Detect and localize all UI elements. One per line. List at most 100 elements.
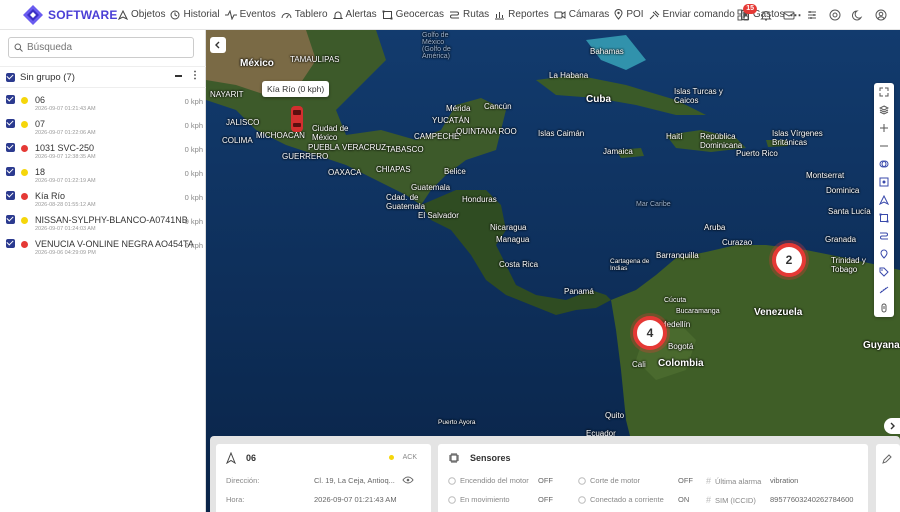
apps-icon[interactable]: 15: [732, 4, 757, 26]
vehicle-row[interactable]: VENUCIA V-ONLINE NEGRA AO454TA 2026-09-06…: [0, 234, 206, 258]
vehicle-checkbox[interactable]: [6, 95, 15, 104]
support-icon[interactable]: [824, 4, 846, 26]
extra-card[interactable]: [876, 444, 900, 512]
measure-icon[interactable]: [874, 281, 894, 299]
vehicle-row[interactable]: 07 2026-09-07 01:22:06 AM 0 kph: [0, 114, 206, 138]
map-label: OAXACA: [328, 168, 362, 177]
user-avatar-icon[interactable]: [870, 4, 892, 26]
map-label: Guatemala: [411, 183, 451, 192]
clock-icon: [578, 476, 586, 485]
status-dot: [21, 97, 28, 104]
expand-right-button[interactable]: [884, 418, 900, 434]
zoom-out-icon[interactable]: [874, 137, 894, 155]
map-cluster[interactable]: 4: [633, 316, 667, 350]
map-label: Colombia: [658, 358, 704, 369]
vehicle-row[interactable]: Kía Río 2026-08-28 01:55:12 AM 0 kph: [0, 186, 206, 210]
sensor-value: OFF: [538, 476, 553, 485]
vehicle-checkbox[interactable]: [6, 191, 15, 200]
map-label: Aruba: [704, 223, 726, 232]
map-label: Managua: [496, 235, 530, 244]
nav-eventos[interactable]: Eventos: [224, 9, 276, 20]
chevron-left-icon: [215, 41, 220, 49]
pin-tool-icon[interactable]: [874, 245, 894, 263]
map-label: Quito: [605, 411, 625, 420]
map-label: Montserrat: [806, 171, 845, 180]
map-label: Cali: [632, 360, 646, 369]
logo-icon: [22, 4, 44, 26]
sensor-item: En movimiento: [448, 495, 510, 504]
eye-icon[interactable]: [402, 476, 414, 484]
nav-historial[interactable]: Historial: [170, 9, 220, 20]
ack-label: ACK: [402, 454, 417, 461]
target-icon[interactable]: [874, 173, 894, 191]
geofence-tool-icon[interactable]: [874, 155, 894, 173]
collapse-group-icon[interactable]: [175, 75, 182, 77]
layers-icon[interactable]: [874, 101, 894, 119]
group-menu-icon[interactable]: ⋮: [190, 71, 200, 81]
vehicle-checkbox[interactable]: [6, 167, 15, 176]
settings-sliders-icon[interactable]: [801, 4, 823, 26]
vehicle-row[interactable]: 18 2026-09-07 01:22:19 AM 0 kph: [0, 162, 206, 186]
map-view[interactable]: México TAMAULIPAS NAYARIT JALISCO MICHOA…: [206, 30, 900, 512]
mail-icon[interactable]: [778, 4, 800, 26]
command-icon: [649, 10, 659, 19]
zoom-in-icon[interactable]: [874, 119, 894, 137]
navigation-icon[interactable]: [874, 191, 894, 209]
group-checkbox[interactable]: [6, 72, 15, 82]
nav-reportes[interactable]: Reportes: [494, 9, 549, 20]
nav-poi[interactable]: POI: [614, 9, 644, 20]
collapse-sidebar-button[interactable]: [210, 37, 226, 53]
map-label: CHIAPAS: [376, 165, 411, 174]
vehicle-checkbox[interactable]: [6, 119, 15, 128]
status-dot: [21, 169, 28, 176]
clip-icon[interactable]: [874, 299, 894, 317]
vehicle-checkbox[interactable]: [6, 239, 15, 248]
vehicle-speed: 0 kph: [184, 217, 203, 226]
vehicle-row[interactable]: NISSAN-SYLPHY-BLANCO-A0741NB 2026-09-07 0…: [0, 210, 206, 234]
map-label: Cartagena de Indias: [610, 258, 650, 272]
nav-alertas[interactable]: Alertas: [332, 9, 377, 20]
map-label: México: [240, 58, 274, 69]
address-label: Dirección:: [226, 476, 260, 485]
car-marker-icon[interactable]: [290, 104, 304, 134]
ack-status: ACK: [388, 454, 417, 461]
search-box[interactable]: [8, 37, 194, 58]
route-tool-icon[interactable]: [874, 227, 894, 245]
map-label: Golfo de México (Golfo de América): [422, 32, 451, 60]
map-label: Islas Caimán: [538, 129, 585, 138]
dark-mode-icon[interactable]: [847, 4, 869, 26]
nav-tablero[interactable]: Tablero: [281, 9, 328, 20]
map-cluster[interactable]: 2: [772, 243, 806, 277]
nav-geocercas[interactable]: Geocercas: [382, 9, 444, 20]
sensor-value: OFF: [678, 476, 693, 485]
search-icon: [14, 43, 23, 52]
vehicle-row[interactable]: 06 2026-09-07 01:21:43 AM 0 kph: [0, 90, 206, 114]
map-label: COLIMA: [222, 136, 253, 145]
vehicle-checkbox[interactable]: [6, 215, 15, 224]
top-navbar: SOFTWARE Objetos Historial Eventos Table…: [0, 0, 900, 30]
navigation-arrow-icon: [226, 452, 236, 464]
bell-icon[interactable]: [755, 4, 777, 26]
map-label: Bahamas: [590, 47, 624, 56]
nav-camaras[interactable]: Cámaras: [554, 9, 609, 20]
brand-logo[interactable]: SOFTWARE: [0, 4, 118, 26]
tag-icon[interactable]: [874, 263, 894, 281]
vehicle-row[interactable]: 1031 SVC-250 2026-09-07 12:38:35 AM 0 kph: [0, 138, 206, 162]
nav-rutas[interactable]: Rutas: [449, 9, 489, 20]
fullscreen-icon[interactable]: [874, 83, 894, 101]
vehicle-speed: 0 kph: [184, 193, 203, 202]
group-header[interactable]: Sin grupo (7) ⋮: [0, 66, 206, 88]
vehicle-timestamp: 2026-09-07 12:38:35 AM: [35, 154, 96, 160]
map-label: Jamaica: [603, 147, 633, 156]
camera-icon: [554, 10, 566, 19]
sensor-item: Corte de motor: [578, 476, 640, 485]
status-dot: [21, 241, 28, 248]
vehicle-checkbox[interactable]: [6, 143, 15, 152]
chevron-right-icon: [890, 422, 895, 430]
nav-objetos[interactable]: Objetos: [118, 9, 165, 20]
polygon-tool-icon[interactable]: [874, 209, 894, 227]
geofence-icon: [382, 10, 393, 19]
nav-enviar-comando[interactable]: Enviar comando: [649, 9, 735, 20]
map-label: Cúcuta: [664, 297, 687, 304]
search-input[interactable]: [27, 42, 187, 53]
